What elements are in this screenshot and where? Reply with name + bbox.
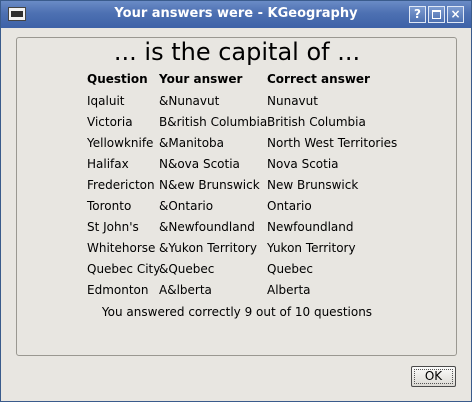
column-header-your-answer: Your answer	[159, 72, 243, 86]
your-answer-cell: N&ova Scotia	[159, 157, 240, 171]
correct-answer-cell: Alberta	[267, 283, 311, 297]
score-summary: You answered correctly 9 out of 10 quest…	[101, 305, 373, 319]
question-cell: Fredericton	[87, 178, 155, 192]
your-answer-cell: &Quebec	[159, 262, 215, 276]
question-cell: Halifax	[87, 157, 129, 171]
window-title: Your answers were - KGeography	[114, 6, 358, 21]
table-row: Victoria B&ritish Columbia British Columbi…	[1, 115, 472, 136]
column-header-correct-answer: Correct answer	[267, 72, 370, 86]
title-bar[interactable]: Your answers were - KGeography ? ×	[1, 1, 471, 28]
correct-answer-cell: British Columbia	[267, 115, 366, 129]
correct-answer-cell: Ontario	[267, 199, 312, 213]
question-cell: Yellowknife	[87, 136, 154, 150]
table-row: St John's &Newfoundland Newfoundland	[1, 220, 472, 241]
your-answer-cell: &Ontario	[159, 199, 214, 213]
maximize-button[interactable]	[428, 6, 445, 23]
correct-answer-cell: Quebec	[267, 262, 314, 276]
maximize-icon	[432, 10, 441, 19]
correct-answer-cell: North West Territories	[267, 136, 398, 150]
table-row: Fredericton N&ew Brunswick New Brunswick	[1, 178, 472, 199]
table-row: Edmonton A&lberta Alberta	[1, 283, 472, 304]
table-row: Iqaluit &Nunavut Nunavut	[1, 94, 472, 115]
your-answer-cell: &Newfoundland	[159, 220, 255, 234]
correct-answer-cell: New Brunswick	[267, 178, 359, 192]
question-cell: Toronto	[87, 199, 132, 213]
question-cell: Edmonton	[87, 283, 149, 297]
your-answer-cell: &Nunavut	[159, 94, 220, 108]
table-row: Halifax N&ova Scotia Nova Scotia	[1, 157, 472, 178]
correct-answer-cell: Yukon Territory	[267, 241, 356, 255]
correct-answer-cell: Nunavut	[267, 94, 318, 108]
ok-button[interactable]: OK	[411, 366, 456, 387]
question-cell: Iqaluit	[87, 94, 125, 108]
your-answer-cell: B&ritish Columbia	[159, 115, 268, 129]
your-answer-cell: A&lberta	[159, 283, 212, 297]
question-cell: Quebec City	[87, 262, 161, 276]
your-answer-cell: N&ew Brunswick	[159, 178, 260, 192]
correct-answer-cell: Nova Scotia	[267, 157, 339, 171]
table-row: Quebec City &Quebec Quebec	[1, 262, 472, 283]
table-row: Yellowknife &Manitoba North West Territori…	[1, 136, 472, 157]
your-answer-cell: &Yukon Territory	[159, 241, 257, 255]
close-button[interactable]: ×	[447, 6, 464, 23]
correct-answer-cell: Newfoundland	[267, 220, 354, 234]
question-cell: St John's	[87, 220, 139, 234]
column-header-question: Question	[87, 72, 148, 86]
table-row: Whitehorse &Yukon Territory Yukon Territor…	[1, 241, 472, 262]
question-cell: Victoria	[87, 115, 133, 129]
help-button[interactable]: ?	[409, 6, 426, 23]
dialog-window: Your answers were - KGeography ? × ... i…	[0, 0, 472, 402]
quiz-heading: ... is the capital of ...	[113, 38, 361, 66]
your-answer-cell: &Manitoba	[159, 136, 225, 150]
table-row: Toronto &Ontario Ontario	[1, 199, 472, 220]
question-cell: Whitehorse	[87, 241, 156, 255]
